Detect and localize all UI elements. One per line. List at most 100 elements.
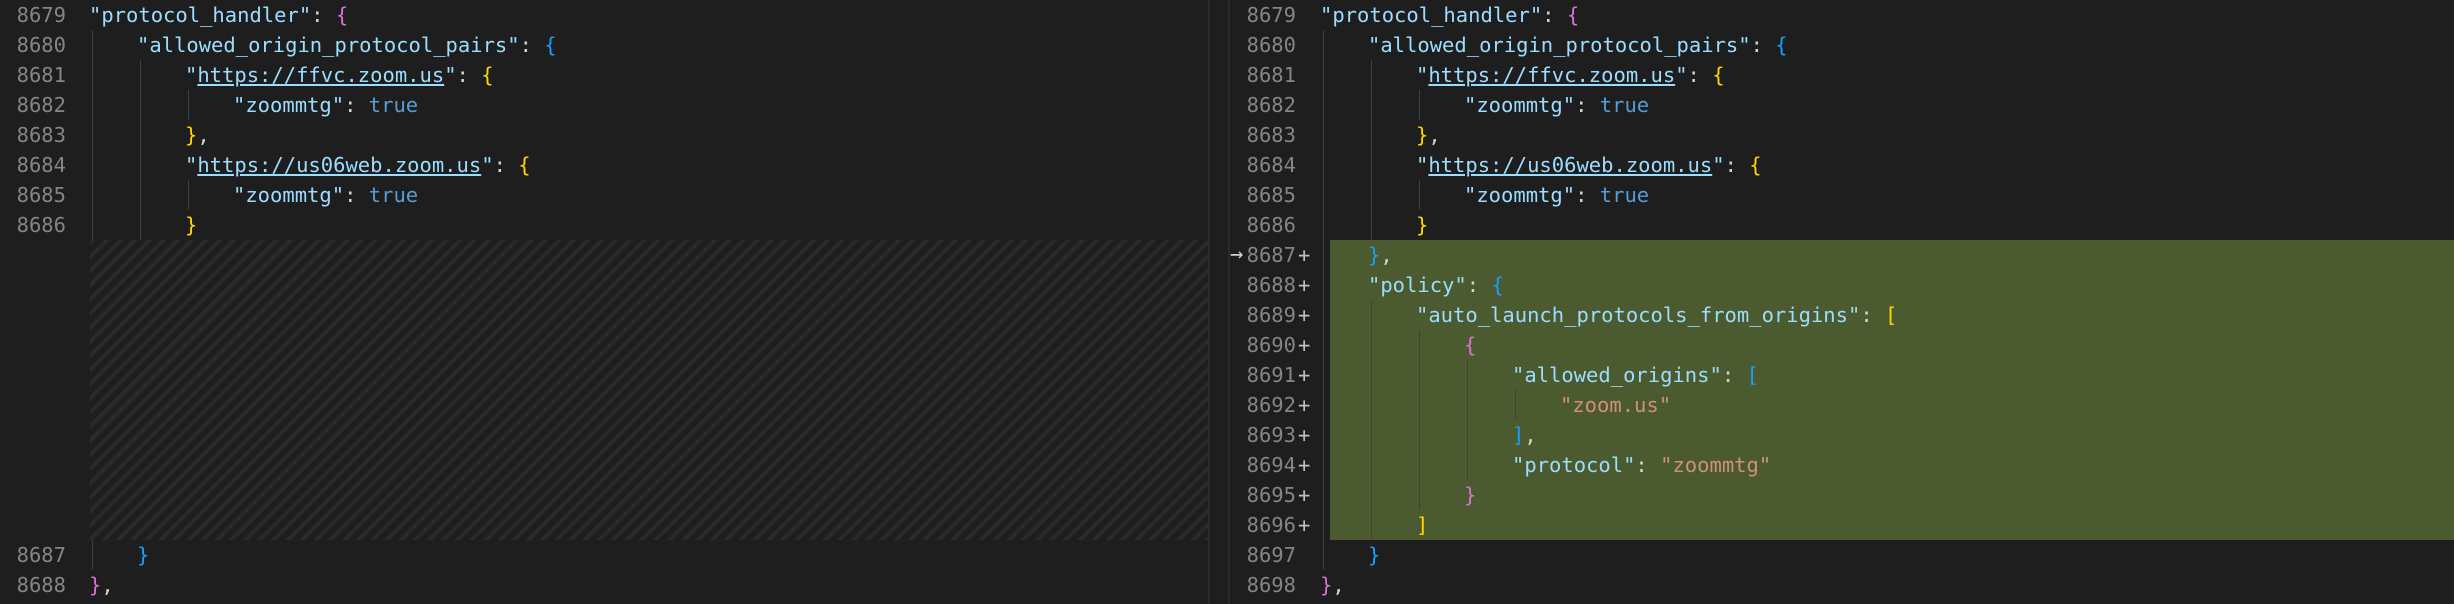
code-line[interactable]: 8679 "protocol_handler": {: [0, 0, 1208, 30]
diff-added-marker: +: [1298, 393, 1311, 417]
indent-guide: [1419, 360, 1420, 390]
code-token: {: [1712, 63, 1725, 87]
indent-guide: [1323, 30, 1324, 60]
code-line[interactable]: 8682 "zoommtg": true: [0, 90, 1208, 120]
code-token: }: [1416, 123, 1429, 147]
code-line[interactable]: [0, 330, 1208, 360]
indent-guide: [140, 210, 141, 240]
indent-guide: [140, 60, 141, 90]
indent-guide: [1371, 330, 1372, 360]
code-line[interactable]: 8694 + "protocol": "zoommtg": [1230, 450, 2454, 480]
code-line[interactable]: 8685 "zoommtg": true: [0, 180, 1208, 210]
indent-guide: [1371, 210, 1372, 240]
line-number: 8692: [1246, 393, 1296, 417]
code-line[interactable]: 8688 + "policy": {: [1230, 270, 2454, 300]
code-token: :: [456, 63, 482, 87]
code-token: :: [344, 93, 369, 117]
code-token: :: [1724, 153, 1750, 177]
url-link[interactable]: https://ffvc.zoom.us: [197, 63, 444, 87]
code-token: {: [1749, 153, 1762, 177]
code-token: ,: [1380, 243, 1393, 267]
code-line[interactable]: 8683},: [1230, 120, 2454, 150]
code-line[interactable]: 8680 "allowed_origin_protocol_pairs": {: [0, 30, 1208, 60]
code-token: :: [1542, 3, 1567, 27]
code-tokens: }: [1368, 540, 1380, 570]
url-link[interactable]: https://ffvc.zoom.us: [1428, 63, 1675, 87]
code-line[interactable]: 8680 "allowed_origin_protocol_pairs": {: [1230, 30, 2454, 60]
code-line[interactable]: 8687 +},: [1230, 240, 2454, 270]
code-line[interactable]: [0, 240, 1208, 270]
code-token: :: [1721, 363, 1747, 387]
code-line[interactable]: 8686}: [1230, 210, 2454, 240]
url-link[interactable]: https://us06web.zoom.us: [197, 153, 481, 177]
code-token: :: [344, 183, 369, 207]
code-line[interactable]: [0, 270, 1208, 300]
indent-guide: [188, 90, 189, 120]
indent-guide: [140, 120, 141, 150]
code-line[interactable]: [0, 390, 1208, 420]
code-line[interactable]: 8679 "protocol_handler": {: [1230, 0, 2454, 30]
line-number: 8688: [1246, 273, 1296, 297]
indent-guide: [140, 90, 141, 120]
code-token: ": [481, 153, 494, 177]
code-token: :: [1575, 93, 1600, 117]
code-line[interactable]: 8688},: [0, 570, 1208, 600]
code-line[interactable]: 8684 "https://us06web.zoom.us": {: [1230, 150, 2454, 180]
indent-guide: [1515, 390, 1516, 420]
code-token: ": [1416, 63, 1429, 87]
code-line[interactable]: 8682 "zoommtg": true: [1230, 90, 2454, 120]
diff-pane-modified[interactable]: → 8679 "protocol_handler": {8680 "allowed_…: [1230, 0, 2454, 604]
code-line[interactable]: [0, 360, 1208, 390]
diff-split-divider[interactable]: [1208, 0, 1230, 604]
code-line[interactable]: [0, 480, 1208, 510]
code-line[interactable]: [0, 300, 1208, 330]
code-tokens: "zoom.us": [1560, 390, 1671, 420]
code-line[interactable]: [0, 420, 1208, 450]
code-tokens: "policy": {: [1368, 270, 1504, 300]
code-tokens: "https://ffvc.zoom.us": {: [185, 60, 494, 90]
code-line[interactable]: 8683},: [0, 120, 1208, 150]
code-line[interactable]: 8685 "zoommtg": true: [1230, 180, 2454, 210]
line-number: 8686: [1246, 213, 1296, 237]
code-token: :: [519, 33, 545, 57]
code-tokens: "allowed_origins": [: [1512, 360, 1759, 390]
code-token: ": [444, 63, 457, 87]
code-line[interactable]: 8687}: [0, 540, 1208, 570]
code-line[interactable]: 8693 +],: [1230, 420, 2454, 450]
code-token: "protocol_handler": [1320, 3, 1543, 27]
line-number: 8690: [1246, 333, 1296, 357]
line-number: 8685: [1246, 183, 1296, 207]
code-token: {: [518, 153, 531, 177]
line-number: 8694: [1246, 453, 1296, 477]
url-link[interactable]: https://us06web.zoom.us: [1428, 153, 1712, 177]
indent-guide: [140, 150, 141, 180]
code-token: }: [1320, 573, 1333, 597]
indent-guide: [1467, 390, 1468, 420]
code-line[interactable]: 8689 + "auto_launch_protocols_from_origins…: [1230, 300, 2454, 330]
line-number: 8687: [1246, 243, 1296, 267]
code-line[interactable]: 8695 +}: [1230, 480, 2454, 510]
code-line[interactable]: 8692 + "zoom.us": [1230, 390, 2454, 420]
code-line[interactable]: [0, 450, 1208, 480]
code-tokens: "protocol_handler": {: [89, 0, 348, 30]
diff-added-marker: +: [1298, 513, 1311, 537]
indent-guide: [1371, 90, 1372, 120]
code-line[interactable]: 8686}: [0, 210, 1208, 240]
code-token: "policy": [1368, 273, 1467, 297]
code-line[interactable]: [0, 510, 1208, 540]
code-line[interactable]: 8696 +]: [1230, 510, 2454, 540]
indent-guide: [1371, 120, 1372, 150]
code-token: "protocol": [1512, 453, 1636, 477]
indent-guide: [1371, 510, 1372, 540]
indent-guide: [92, 150, 93, 180]
code-line[interactable]: 8691 + "allowed_origins": [: [1230, 360, 2454, 390]
code-line[interactable]: 8684 "https://us06web.zoom.us": {: [0, 150, 1208, 180]
indent-guide: [92, 210, 93, 240]
code-line[interactable]: 8697}: [1230, 540, 2454, 570]
diff-pane-original[interactable]: 8679 "protocol_handler": {8680 "allowed_or…: [0, 0, 1208, 604]
code-line[interactable]: 8690 + {: [1230, 330, 2454, 360]
code-line[interactable]: 8681 "https://ffvc.zoom.us": {: [0, 60, 1208, 90]
code-line[interactable]: 8681 "https://ffvc.zoom.us": {: [1230, 60, 2454, 90]
code-line[interactable]: 8698},: [1230, 570, 2454, 600]
code-token: ,: [101, 573, 114, 597]
